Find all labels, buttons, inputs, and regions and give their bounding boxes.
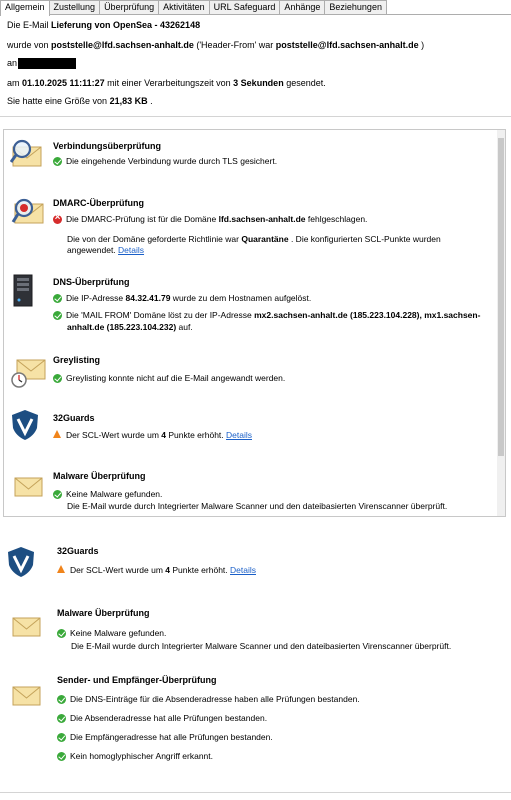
recipient-line: an: [7, 58, 77, 70]
lower-guards-title: 32Guards: [57, 546, 99, 556]
sender-check-item: Die Absenderadresse hat alle Prüfungen b…: [57, 713, 267, 723]
send-date: 01.10.2025 11:11:27: [22, 78, 105, 88]
greylisting-status: Greylisting konnte nicht auf die E-Mail …: [53, 373, 285, 383]
envelope-magnifier-icon: [10, 139, 42, 167]
tab-beziehungen[interactable]: Beziehungen: [324, 0, 387, 14]
tab-allgemein[interactable]: Allgemein: [0, 0, 50, 16]
check-icon: [57, 629, 66, 638]
check-icon: [57, 733, 66, 742]
envelope-icon: [12, 686, 41, 706]
check-icon: [53, 374, 62, 383]
sender-check-item: Kein homoglyphischer Angriff erkannt.: [57, 751, 213, 761]
scrollbar[interactable]: [497, 130, 505, 516]
greylisting-title: Greylisting: [53, 355, 101, 365]
bottom-divider: [0, 792, 511, 793]
tab-zustellung[interactable]: Zustellung: [48, 0, 101, 14]
tab-bar: Allgemein Zustellung Überprüfung Aktivit…: [0, 0, 511, 16]
size-line: Sie hatte eine Größe von 21,83 KB .: [7, 96, 153, 106]
header-from: poststelle@lfd.sachsen-anhalt.de: [275, 40, 419, 50]
arrow-up-icon: [57, 565, 65, 573]
envelope-clock-icon: [11, 359, 46, 388]
subject-line: Die E-Mail Lieferung von OpenSea - 43262…: [7, 20, 201, 30]
dns-mailfrom: Die 'MAIL FROM' Domäne löst zu der IP-Ad…: [53, 310, 480, 320]
lower-malware-detail: Die E-Mail wurde durch Integrierter Malw…: [71, 641, 452, 651]
error-icon: [53, 212, 62, 224]
guards-status: Der SCL-Wert wurde um 4 Punkte erhöht. D…: [53, 430, 252, 440]
envelope-icon: [14, 477, 43, 497]
mail-size: 21,83 KB: [109, 96, 148, 106]
envelope-alert-icon: [11, 198, 44, 224]
envelope-icon: [12, 617, 41, 637]
lower-guards-details-link[interactable]: Details: [230, 565, 256, 575]
sender-line: wurde von poststelle@lfd.sachsen-anhalt.…: [7, 40, 425, 50]
lower-guards-status: Der SCL-Wert wurde um 4 Punkte erhöht. D…: [57, 565, 256, 575]
dns-title: DNS-Überprüfung: [53, 277, 130, 287]
dmarc-status: Die DMARC-Prüfung ist für die Domäne lfd…: [53, 212, 367, 224]
verbindung-status: Die eingehende Verbindung wurde durch TL…: [53, 156, 277, 166]
date-line: am 01.10.2025 11:11:27 mit einer Verarbe…: [7, 78, 326, 88]
sender-check-title: Sender- und Empfänger-Überprüfung: [57, 675, 217, 685]
guards-details-link[interactable]: Details: [226, 430, 252, 440]
divider: [0, 116, 511, 117]
dmarc-policy: Die von der Domäne geforderte Richtlinie…: [67, 234, 441, 244]
check-icon: [53, 311, 62, 320]
check-icon: [57, 695, 66, 704]
check-icon: [53, 490, 62, 499]
server-icon: [13, 274, 33, 307]
sender: poststelle@lfd.sachsen-anhalt.de: [51, 40, 194, 50]
lower-malware-status: Keine Malware gefunden.: [57, 628, 166, 638]
dmarc-title: DMARC-Überprüfung: [53, 198, 144, 208]
malware-title: Malware Überprüfung: [53, 471, 146, 481]
check-icon: [57, 752, 66, 761]
malware-detail: Die E-Mail wurde durch Integrierter Malw…: [67, 501, 448, 511]
dns-mailfrom-cont: anhalt.de (185.223.104.232) auf.: [67, 322, 193, 332]
sender-check-item: Die DNS-Einträge für die Absenderadresse…: [57, 694, 360, 704]
dmarc-applied: angewendet. Details: [67, 245, 145, 255]
guards-title: 32Guards: [53, 413, 95, 423]
check-icon: [53, 157, 62, 166]
processing-time: 3 Sekunden: [233, 78, 284, 88]
check-icon: [57, 714, 66, 723]
check-panel[interactable]: Verbindungsüberprüfung Die eingehende Ve…: [3, 129, 506, 517]
check-icon: [53, 294, 62, 303]
arrow-up-icon: [53, 430, 61, 438]
redacted-recipient: [18, 58, 77, 70]
tab-url-safeguard[interactable]: URL Safeguard: [208, 0, 281, 14]
tab-aktivitaeten[interactable]: Aktivitäten: [158, 0, 210, 14]
sender-check-item: Die Empfängeradresse hat alle Prüfungen …: [57, 732, 273, 742]
tab-anhaenge[interactable]: Anhänge: [279, 0, 326, 14]
verbindung-title: Verbindungsüberprüfung: [53, 141, 161, 151]
scrollbar-thumb[interactable]: [498, 138, 504, 456]
32guards-shield-icon: [12, 410, 38, 440]
lower-malware-title: Malware Überprüfung: [57, 608, 150, 618]
dns-ip: Die IP-Adresse 84.32.41.79 wurde zu dem …: [53, 293, 311, 303]
subject: Lieferung von OpenSea - 43262148: [51, 20, 201, 30]
malware-status: Keine Malware gefunden.: [53, 489, 162, 499]
32guards-shield-icon: [8, 547, 34, 577]
tab-ueberpruefung[interactable]: Überprüfung: [99, 0, 160, 14]
dmarc-details-link[interactable]: Details: [118, 245, 144, 255]
